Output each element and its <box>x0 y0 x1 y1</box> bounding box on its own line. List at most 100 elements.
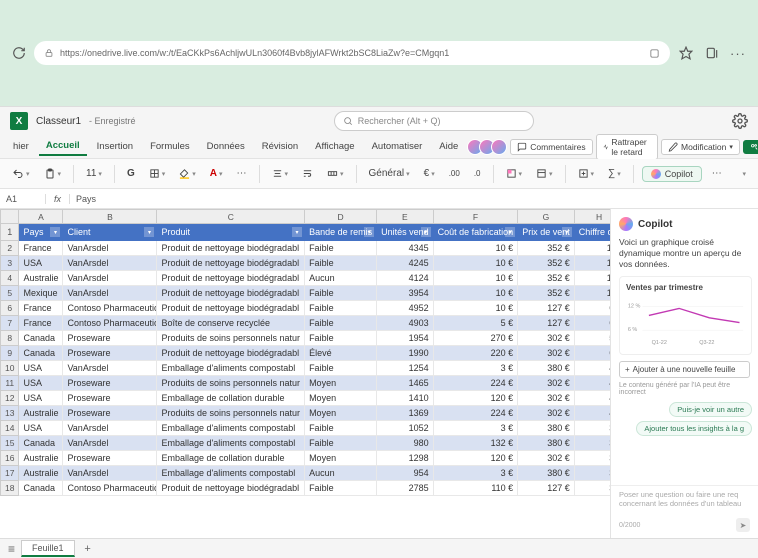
undo-button[interactable]: ▾ <box>8 166 34 182</box>
row-number[interactable]: 11 <box>1 376 19 391</box>
cell[interactable]: Proseware <box>63 451 157 466</box>
cell[interactable]: 380 € <box>518 466 575 481</box>
cell[interactable]: Boîte de conserve recyclée <box>157 316 305 331</box>
bold-button[interactable]: G <box>123 166 139 181</box>
cell[interactable]: USA <box>19 421 63 436</box>
table-row[interactable]: 16AustralieProsewareEmballage de collati… <box>1 451 611 466</box>
cell[interactable]: 954 <box>377 466 434 481</box>
cell[interactable]: Emballage d'aliments compostabl <box>157 466 305 481</box>
cell[interactable]: Australie <box>19 271 63 286</box>
cell[interactable]: Canada <box>19 436 63 451</box>
column-header[interactable]: Chiffre d'a▾ <box>574 224 610 241</box>
row-number[interactable]: 16 <box>1 451 19 466</box>
cell[interactable]: Emballage d'aliments compostabl <box>157 361 305 376</box>
cell[interactable]: Élevé <box>305 346 377 361</box>
cell[interactable]: 352 € <box>518 241 575 256</box>
cell[interactable]: Faible <box>305 331 377 346</box>
row-number[interactable]: 10 <box>1 361 19 376</box>
cell[interactable]: 110 € <box>433 481 518 496</box>
cell[interactable]: France <box>19 301 63 316</box>
cell[interactable]: 4124 <box>377 271 434 286</box>
cell[interactable]: 127 € <box>518 481 575 496</box>
font-color-button[interactable]: A▾ <box>206 166 227 181</box>
column-letter[interactable]: C <box>157 210 305 224</box>
cell[interactable]: Emballage d'aliments compostabl <box>157 436 305 451</box>
sheet-tab[interactable]: Feuille1 <box>21 540 75 557</box>
cell[interactable]: Moyen <box>305 451 377 466</box>
more-ribbon[interactable]: ⋯ <box>708 166 726 181</box>
copilot-input[interactable]: Poser une question ou faire une req conc… <box>619 490 750 514</box>
column-header[interactable]: Bande de remis▾ <box>305 224 377 241</box>
table-row[interactable]: 10USAVanArsdelEmballage d'aliments compo… <box>1 361 611 376</box>
table-row[interactable]: 7FranceContoso PharmaceuticalsBoîte de c… <box>1 316 611 331</box>
collections-icon[interactable] <box>704 45 720 61</box>
cell[interactable]: Produit de nettoyage biodégradabl <box>157 301 305 316</box>
row-number[interactable]: 18 <box>1 481 19 496</box>
cell[interactable]: 1990 <box>377 346 434 361</box>
table-row[interactable]: 2FranceVanArsdelProduit de nettoyage bio… <box>1 241 611 256</box>
filter-dropdown-icon[interactable]: ▾ <box>505 227 515 237</box>
row-number[interactable]: 17 <box>1 466 19 481</box>
address-bar[interactable]: https://onedrive.live.com/w:/t/EaCKkPs6A… <box>34 41 670 65</box>
cell[interactable]: 132 € <box>433 436 518 451</box>
collapse-ribbon-button[interactable]: ▾ <box>738 168 750 180</box>
cell[interactable]: 1,4 <box>574 271 610 286</box>
row-number[interactable]: 15 <box>1 436 19 451</box>
cell[interactable]: 10 € <box>433 286 518 301</box>
cell[interactable]: 1465 <box>377 376 434 391</box>
font-size[interactable]: 11▾ <box>82 166 106 181</box>
cell[interactable]: 380 € <box>518 421 575 436</box>
wrap-text-button[interactable] <box>298 166 317 181</box>
cell[interactable]: 10 € <box>433 256 518 271</box>
cell[interactable]: 10 € <box>433 241 518 256</box>
cell[interactable]: 980 <box>377 436 434 451</box>
column-letter[interactable]: F <box>433 210 518 224</box>
table-row[interactable]: 9CanadaProsewareProduit de nettoyage bio… <box>1 346 611 361</box>
cell[interactable]: 3 € <box>433 421 518 436</box>
cell[interactable]: Produit de nettoyage biodégradabl <box>157 481 305 496</box>
cell[interactable]: Canada <box>19 481 63 496</box>
cell[interactable]: Produit de nettoyage biodégradabl <box>157 256 305 271</box>
column-header[interactable]: Prix de vent▾ <box>518 224 575 241</box>
cell[interactable]: Proseware <box>63 406 157 421</box>
cell[interactable]: 352 € <box>518 286 575 301</box>
row-number[interactable]: 1 <box>1 224 19 241</box>
table-row[interactable]: 15CanadaVanArsdelEmballage d'aliments co… <box>1 436 611 451</box>
row-number[interactable]: 4 <box>1 271 19 286</box>
cell[interactable]: 1052 <box>377 421 434 436</box>
cell[interactable]: Canada <box>19 331 63 346</box>
insert-cells-button[interactable]: ▾ <box>574 166 599 181</box>
cell[interactable]: 1298 <box>377 451 434 466</box>
table-row[interactable]: 11USAProsewareProduits de soins personne… <box>1 376 611 391</box>
cell[interactable]: 3 € <box>433 361 518 376</box>
cell[interactable]: 62 <box>574 316 610 331</box>
table-row[interactable]: 14USAVanArsdelEmballage d'aliments compo… <box>1 421 611 436</box>
filter-dropdown-icon[interactable]: ▾ <box>421 227 431 237</box>
column-letter[interactable]: A <box>19 210 63 224</box>
more-font[interactable]: ⋯ <box>233 166 251 181</box>
cell[interactable]: VanArsdel <box>63 361 157 376</box>
cell[interactable]: 1,4 <box>574 256 610 271</box>
cell[interactable]: Proseware <box>63 331 157 346</box>
cell[interactable]: Produits de soins personnels natur <box>157 331 305 346</box>
ribbon-tab-automatiser[interactable]: Automatiser <box>365 138 430 155</box>
filter-dropdown-icon[interactable]: ▾ <box>50 227 60 237</box>
cell[interactable]: 41 <box>574 406 610 421</box>
cell[interactable]: 127 € <box>518 316 575 331</box>
cell[interactable]: 224 € <box>433 376 518 391</box>
send-button[interactable]: ➤ <box>736 518 750 532</box>
cell[interactable]: Emballage d'aliments compostabl <box>157 421 305 436</box>
cell[interactable]: 4952 <box>377 301 434 316</box>
cell[interactable]: 302 € <box>518 346 575 361</box>
row-number[interactable]: 9 <box>1 346 19 361</box>
cell[interactable]: 47 <box>574 361 610 376</box>
cell[interactable]: Produit de nettoyage biodégradabl <box>157 241 305 256</box>
cell[interactable]: Emballage de collation durable <box>157 451 305 466</box>
more-icon[interactable]: ··· <box>730 46 746 61</box>
cell[interactable]: 2785 <box>377 481 434 496</box>
paste-button[interactable]: ▾ <box>40 166 66 182</box>
cell[interactable]: 302 € <box>518 331 575 346</box>
ribbon-tab-données[interactable]: Données <box>200 138 252 155</box>
cell[interactable]: VanArsdel <box>63 421 157 436</box>
cell[interactable]: Contoso Pharmaceuticals <box>63 481 157 496</box>
